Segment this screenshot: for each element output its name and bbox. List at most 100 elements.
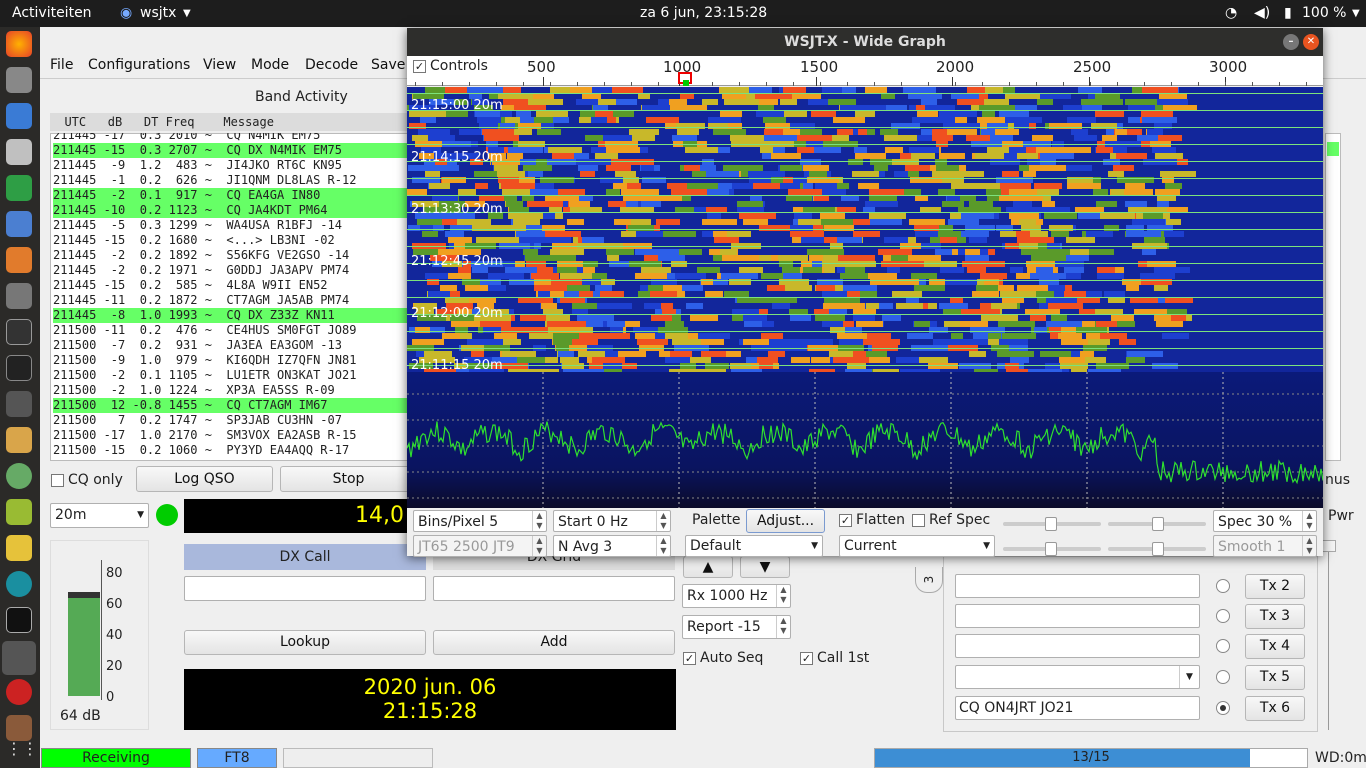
spreadsheet-icon[interactable] [6,175,32,201]
rx-frequency-spinbox[interactable]: Rx 1000 Hz ▲ ▼ [682,584,791,608]
terminal-icon[interactable] [6,355,32,381]
menu-decode[interactable]: Decode [305,57,358,73]
band-row[interactable]: 211500 -2 1.0 1224 ~ XP3A EA5SS R-09 [53,383,418,398]
menu-save[interactable]: Save [371,57,405,73]
tx3-radio[interactable] [1216,609,1230,623]
minimize-button[interactable]: – [1283,34,1299,50]
band-row[interactable]: 211500 -2 0.1 1105 ~ LU1ETR ON3KAT JO21 [53,368,418,383]
band-row[interactable]: 211500 -9 1.0 979 ~ KI6QDH IZ7QFN JN81 [53,353,418,368]
spectrum-display[interactable] [407,372,1323,508]
inkscape-icon[interactable] [6,319,32,345]
tx4-message-input[interactable] [955,634,1200,658]
tx6-radio[interactable] [1216,701,1230,715]
bins-per-pixel-spinbox[interactable]: Bins/Pixel 5 ▲ ▼ [413,510,547,532]
menu-mode[interactable]: Mode [251,57,289,73]
spec-percent-spinbox[interactable]: Spec 30 % ▲ ▼ [1213,510,1317,532]
tx3-button[interactable]: Tx 3 [1245,604,1305,629]
dx-call-input[interactable] [184,576,426,601]
mail-icon[interactable] [6,103,32,129]
band-row[interactable]: 211500 -15 0.2 1060 ~ PY3YD EA4AQQ R-17 [53,443,418,458]
wifi-icon[interactable]: ◔ [1225,5,1237,21]
cat-icon[interactable] [6,535,32,561]
waterfall-zero-slider[interactable] [1108,517,1206,531]
band-row[interactable]: 211445 -15 0.3 2707 ~ CQ DX N4MIK EM75 [53,143,418,158]
spectrum-zero-slider[interactable] [1108,542,1206,556]
apps-grid-icon[interactable]: ⋮⋮ [6,739,38,765]
image-viewer-icon[interactable] [6,427,32,453]
band-row[interactable]: 211445 -10 0.2 1123 ~ CQ JA4KDT PM64 [53,203,418,218]
power-slider-handle[interactable] [1322,540,1336,552]
flatten-checkbox[interactable]: ✓ Flatten [839,512,905,528]
band-row[interactable]: 211445 -1 0.2 626 ~ JI1QNM DL8LAS R-12 [53,173,418,188]
close-button[interactable]: ✕ [1303,34,1319,50]
tx4-radio[interactable] [1216,639,1230,653]
band-row[interactable]: 211445 -11 0.2 1872 ~ CT7AGM JA5AB PM74 [53,293,418,308]
briefcase-icon[interactable] [6,715,32,741]
red-app-icon[interactable] [6,679,32,705]
band-row[interactable]: 211445 -5 0.3 1299 ~ WA4USA R1BFJ -14 [53,218,418,233]
spectrum-gain-slider[interactable] [1003,542,1101,556]
band-row[interactable]: 211445 -2 0.2 1971 ~ G0DDJ JA3APV PM74 [53,263,418,278]
band-row[interactable]: 211500 -11 0.2 476 ~ CE4HUS SM0FGT JO89 [53,323,418,338]
log-qso-button[interactable]: Log QSO [136,466,273,492]
band-row[interactable]: 211445 -15 0.2 1680 ~ <...> LB3NI -02 [53,233,418,248]
ref-spec-checkbox[interactable]: Ref Spec [912,512,990,528]
files-icon[interactable] [6,139,32,165]
document-icon[interactable] [6,211,32,237]
band-row[interactable]: 211445 -2 0.1 917 ~ CQ EA4GA IN80 [53,188,418,203]
smooth-spinbox[interactable]: Smooth 1 ▲ ▼ [1213,535,1317,557]
power-slider[interactable] [1328,540,1336,730]
tx2-button[interactable]: Tx 2 [1245,574,1305,599]
clock[interactable]: za 6 jun, 23:15:28 [640,5,767,21]
controls-checkbox[interactable]: ✓ Controls [413,58,488,74]
band-row[interactable]: 211500 -7 0.2 931 ~ JA3EA EA3GOM -13 [53,338,418,353]
calculator-icon[interactable] [6,391,32,417]
freq-down-button[interactable]: ▼ [740,556,790,578]
gimp-icon[interactable] [6,499,32,525]
spectrum-select[interactable]: Current ▼ [839,535,995,557]
freq-up-button[interactable]: ▲ [683,556,733,578]
tx5-message-input[interactable]: ▼ [955,665,1200,689]
report-spinbox[interactable]: Report -15 ▲ ▼ [682,615,791,639]
system-menu-icon[interactable]: ▼ [1352,8,1360,19]
disk-icon[interactable] [6,67,32,93]
wsjtx-icon[interactable] [2,641,36,675]
band-row[interactable]: 211500 7 0.2 1747 ~ SP3JAB CU3HN -07 [53,413,418,428]
presentation-icon[interactable] [6,247,32,273]
start-freq-spinbox[interactable]: Start 0 Hz ▲ ▼ [553,510,671,532]
stop-button[interactable]: Stop [280,466,417,492]
rx-frequency-scrollbar[interactable] [1325,133,1341,461]
tx3-message-input[interactable] [955,604,1200,628]
tx6-button[interactable]: Tx 6 [1245,696,1305,721]
volume-icon[interactable]: ◀) [1254,5,1270,21]
call-1st-checkbox[interactable]: ✓ Call 1st [800,650,869,666]
tx6-message-input[interactable]: CQ ON4JRT JO21 [955,696,1200,720]
menu-configurations[interactable]: Configurations [88,57,190,73]
n-avg-spinbox[interactable]: N Avg 3 ▲ ▼ [553,535,671,557]
add-button[interactable]: Add [433,630,675,655]
tx2-radio[interactable] [1216,579,1230,593]
cq-only-checkbox[interactable]: CQ only [51,472,123,488]
menu-view[interactable]: View [203,57,236,73]
band-row[interactable]: 211445 -8 1.0 1993 ~ CQ DX Z33Z KN11 [53,308,418,323]
app-menu[interactable]: wsjtx [140,5,176,21]
palette-select[interactable]: Default ▼ [685,535,823,557]
auto-seq-checkbox[interactable]: ✓ Auto Seq [683,650,763,666]
jt65-jt9-spinbox[interactable]: JT65 2500 JT9 ▲ ▼ [413,535,547,557]
band-row[interactable]: 211445 -9 1.2 483 ~ JI4JKO RT6C KN95 [53,158,418,173]
band-select[interactable]: 20m ▼ [50,503,149,528]
dx-grid-input[interactable] [433,576,675,601]
menu-file[interactable]: File [50,57,73,73]
radio-icon[interactable] [6,607,32,633]
band-row[interactable]: 211500 12 -0.8 1455 ~ CQ CT7AGM IM67 [53,398,418,413]
adjust-button[interactable]: Adjust... [746,509,825,533]
arduino-icon[interactable] [6,571,32,597]
band-row[interactable]: 211445 -15 0.2 585 ~ 4L8A W9II EN52 [53,278,418,293]
band-row[interactable]: 211500 -17 1.0 2170 ~ SM3VOX EA2ASB R-15 [53,428,418,443]
activities-button[interactable]: Activiteiten [12,5,92,21]
tx5-button[interactable]: Tx 5 [1245,665,1305,690]
tab-3[interactable]: 3 [915,567,943,593]
tools-icon[interactable] [6,283,32,309]
tx4-button[interactable]: Tx 4 [1245,634,1305,659]
tx5-radio[interactable] [1216,670,1230,684]
